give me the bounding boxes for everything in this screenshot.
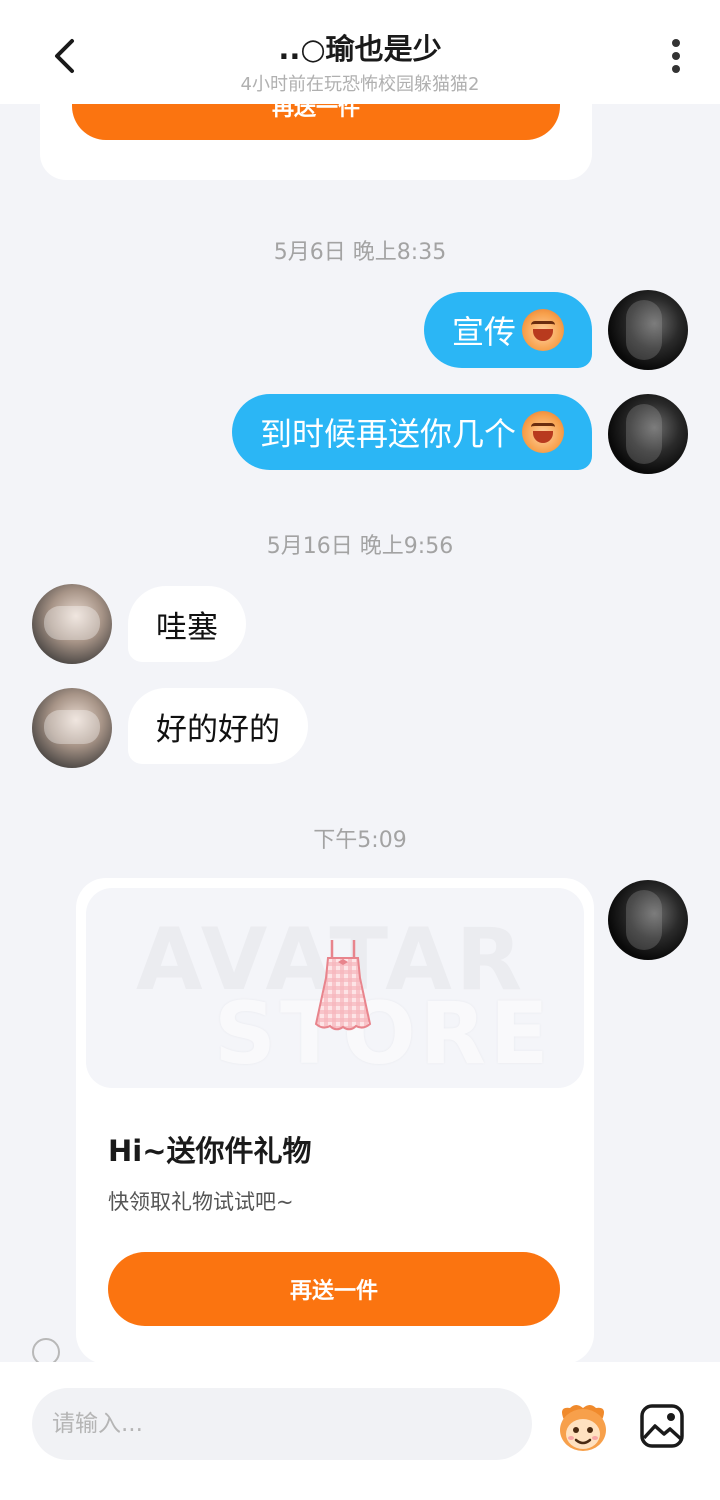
received-message-bubble[interactable]: 好的好的 — [128, 688, 308, 764]
received-message-bubble[interactable]: 哇塞 — [128, 586, 246, 662]
gift-card[interactable]: AVATAR STORE Hi~送你件礼物 快领取礼物试试吧~ 再送一件 — [76, 878, 594, 1364]
image-icon — [640, 1404, 684, 1448]
message-timestamp: 5月16日 晚上9:56 — [266, 534, 454, 559]
contact-avatar[interactable] — [32, 584, 112, 664]
chat-subtitle: 4小时前在玩恐怖校园躲猫猫2 — [240, 74, 480, 95]
message-text: 宣传 — [452, 313, 517, 351]
message-text: 到时候再送你几个 — [260, 415, 517, 453]
my-avatar[interactable] — [608, 394, 688, 474]
message-timestamp: 5月6日 晚上8:35 — [273, 240, 447, 265]
emoji-button[interactable] — [554, 1400, 612, 1454]
contact-avatar[interactable] — [32, 688, 112, 768]
my-avatar[interactable] — [608, 290, 688, 370]
resend-gift-button[interactable]: 再送一件 — [108, 1252, 560, 1326]
message-text: 哇塞 — [156, 609, 218, 646]
image-button[interactable] — [638, 1402, 686, 1450]
gift-title: Hi~送你件礼物 — [108, 1134, 312, 1168]
monkey-laugh-emoji-icon — [522, 309, 565, 351]
sent-message-bubble[interactable]: 宣传 — [424, 292, 593, 368]
chat-title[interactable]: ..○瑜也是少 — [0, 26, 720, 68]
chat-header: ..○瑜也是少 4小时前在玩恐怖校园躲猫猫2 — [0, 0, 720, 104]
gift-image: AVATAR STORE — [86, 888, 584, 1088]
message-timestamp: 下午5:09 — [313, 828, 407, 853]
more-vertical-icon — [672, 39, 680, 73]
message-text: 好的好的 — [156, 711, 280, 748]
watermark-text: STORE — [214, 984, 553, 1084]
message-input-bar — [0, 1362, 720, 1500]
gift-description: 快领取礼物试试吧~ — [108, 1190, 294, 1214]
sent-message-bubble[interactable]: 到时候再送你几个 — [232, 394, 593, 470]
message-input[interactable] — [32, 1388, 532, 1460]
more-options-button[interactable] — [656, 34, 696, 78]
dress-icon — [314, 940, 372, 1031]
my-avatar[interactable] — [608, 880, 688, 960]
emoji-icon — [560, 1405, 606, 1451]
monkey-laugh-emoji-icon — [522, 411, 565, 453]
resend-gift-button[interactable]: 再送一件 — [72, 104, 560, 140]
